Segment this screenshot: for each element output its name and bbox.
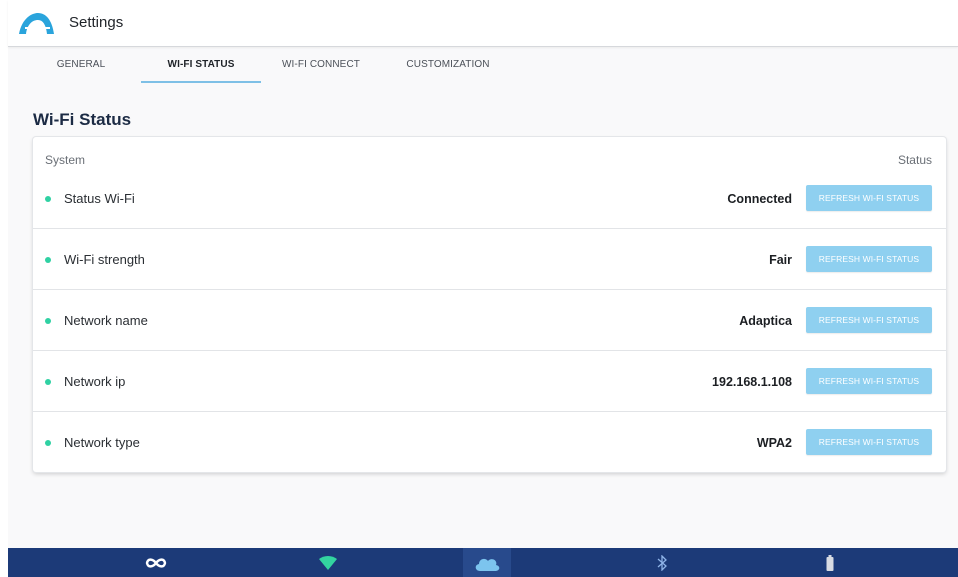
infinity-button[interactable] xyxy=(136,548,176,577)
wifi-button[interactable] xyxy=(308,548,348,577)
tab-wifi-connect[interactable]: WI-FI CONNECT xyxy=(271,47,371,83)
status-row-network-ip: Network ip 192.168.1.108 REFRESH WI-FI S… xyxy=(33,351,946,412)
status-dot-icon xyxy=(45,257,51,263)
status-row-network-name: Network name Adaptica REFRESH WI-FI STAT… xyxy=(33,290,946,351)
tab-customization[interactable]: CUSTOMIZATION xyxy=(389,47,507,83)
wifi-status-card: System Status Status Wi-Fi Connected REF… xyxy=(33,137,946,472)
row-label: Wi-Fi strength xyxy=(64,252,145,267)
row-value: WPA2 xyxy=(756,436,792,450)
row-value: 192.168.1.108 xyxy=(712,375,792,389)
column-header-status: Status xyxy=(897,153,932,167)
infinity-icon xyxy=(145,557,167,568)
arc-logo-icon xyxy=(19,13,54,34)
refresh-wifi-status-button[interactable]: REFRESH WI-FI STATUS xyxy=(806,307,932,333)
row-label: Status Wi-Fi xyxy=(64,191,135,206)
column-header-system: System xyxy=(45,153,86,167)
app-title: Settings xyxy=(69,14,124,31)
row-label: Network ip xyxy=(64,374,126,389)
status-dot-icon xyxy=(45,379,51,385)
cloud-icon xyxy=(475,558,500,571)
battery-icon xyxy=(826,554,834,571)
refresh-wifi-status-button[interactable]: REFRESH WI-FI STATUS xyxy=(806,246,932,272)
tab-general[interactable]: GENERAL xyxy=(34,47,128,83)
row-value: Connected xyxy=(727,192,792,206)
row-value: Fair xyxy=(769,253,792,267)
refresh-wifi-status-button[interactable]: REFRESH WI-FI STATUS xyxy=(806,185,932,211)
app-header: Settings xyxy=(8,0,958,47)
status-row-wifi-strength: Wi-Fi strength Fair REFRESH WI-FI STATUS xyxy=(33,229,946,290)
status-row-network-type: Network type WPA2 REFRESH WI-FI STATUS xyxy=(33,412,946,473)
row-value: Adaptica xyxy=(739,314,792,328)
tab-bar: GENERAL WI-FI STATUS WI-FI CONNECT CUSTO… xyxy=(8,47,958,83)
refresh-wifi-status-button[interactable]: REFRESH WI-FI STATUS xyxy=(806,429,932,455)
row-label: Network name xyxy=(64,313,148,328)
bluetooth-icon xyxy=(657,554,667,571)
battery-button[interactable] xyxy=(810,548,850,577)
bottom-status-bar xyxy=(8,548,958,577)
status-dot-icon xyxy=(45,440,51,446)
wifi-icon xyxy=(319,555,337,570)
refresh-wifi-status-button[interactable]: REFRESH WI-FI STATUS xyxy=(806,368,932,394)
status-dot-icon xyxy=(45,196,51,202)
cloud-button[interactable] xyxy=(467,548,507,577)
status-dot-icon xyxy=(45,318,51,324)
row-label: Network type xyxy=(64,435,140,450)
status-row-status-wifi: Status Wi-Fi Connected REFRESH WI-FI STA… xyxy=(33,168,946,229)
page-title: Wi-Fi Status xyxy=(33,110,132,129)
tab-wifi-status[interactable]: WI-FI STATUS xyxy=(141,47,261,83)
bluetooth-button[interactable] xyxy=(642,548,682,577)
